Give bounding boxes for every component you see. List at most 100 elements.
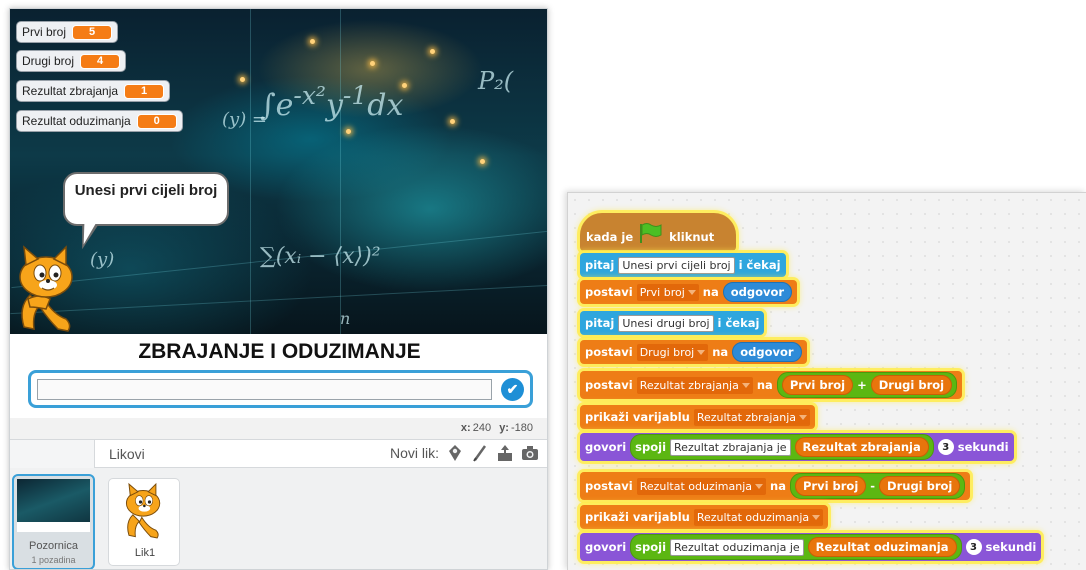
plus-operator[interactable]: Prvi broj + Drugi broj [776, 372, 958, 398]
bg-formula: P₂( [478, 67, 514, 95]
dropdown-value: Drugi broj [639, 345, 695, 359]
set-variable-block-prvi-broj[interactable]: postavi Prvi broj na odgovor [580, 280, 798, 304]
ask-and-wait-block-1[interactable]: pitaj Unesi prvi cijeli broj i čekaj [580, 253, 786, 277]
bg-line [10, 284, 547, 315]
dropdown-value: Rezultat oduzimanja [696, 510, 810, 524]
variable-dropdown[interactable]: Rezultat oduzimanja [693, 508, 824, 526]
stage-thumbnail-label: Pozornica [29, 540, 78, 552]
block-text-input[interactable]: Unesi drugi broj [618, 314, 714, 332]
mouse-coordinates: x: 240 y: -180 [10, 418, 547, 438]
monitor-value: 0 [136, 113, 177, 129]
when-flag-clicked-block[interactable]: kada je kliknut [580, 213, 736, 251]
new-sprite-label: Novi lik: [389, 445, 439, 461]
variable-reporter[interactable]: Rezultat zbrajanja [794, 437, 929, 457]
dropdown-arrow-icon [697, 349, 706, 355]
scratch-cat-sprite[interactable] [10, 243, 88, 334]
block-keyword: na [756, 378, 773, 392]
script-area[interactable]: kada je kliknut pitaj Unesi prvi cijeli … [567, 192, 1086, 570]
green-flag-icon [640, 223, 662, 243]
new-sprite-toolbar: Novi lik: [390, 444, 539, 462]
bg-formula: n [340, 309, 351, 328]
ask-prompt: ZBRAJANJE I ODUZIMANJE [138, 340, 421, 363]
stage-thumbnail-card[interactable]: Pozornica 1 pozadina [12, 474, 95, 569]
paint-new-sprite-icon[interactable] [471, 444, 489, 462]
bg-spark [402, 83, 407, 88]
monitor-label: Prvi broj [22, 25, 67, 39]
monitor-label: Rezultat oduzimanja [22, 114, 131, 128]
stage-thumbnail-image [17, 479, 90, 532]
hat-text-pre: kada je [586, 230, 634, 244]
variable-reporter[interactable]: Drugi broj [879, 476, 961, 496]
block-keyword: pitaj [585, 258, 615, 272]
dropdown-arrow-icon [799, 414, 807, 420]
block-keyword: na [770, 479, 786, 493]
set-variable-block-drugi-broj[interactable]: postavi Drugi broj na odgovor [580, 340, 807, 364]
dropdown-arrow-icon [755, 483, 764, 489]
stage-column-header [10, 440, 95, 468]
join-operator[interactable]: spoji Rezultat zbrajanja je Rezultat zbr… [630, 434, 934, 460]
answer-input[interactable] [37, 379, 492, 400]
block-keyword: prikaži varijablu [585, 410, 690, 424]
monitor-value: 5 [72, 24, 113, 40]
monitor-label: Rezultat zbrajanja [22, 84, 119, 98]
upload-sprite-icon[interactable] [496, 444, 514, 462]
variable-dropdown[interactable]: Rezultat oduzimanja [636, 477, 767, 495]
sprite-card-lik1[interactable]: Lik1 [108, 478, 180, 566]
variable-reporter[interactable]: Rezultat oduzimanja [807, 537, 957, 557]
x-value: 240 [472, 422, 492, 434]
bg-spark [430, 49, 435, 54]
set-variable-block-rezultat-zbrajanja[interactable]: postavi Rezultat zbrajanja na Prvi broj … [580, 371, 963, 399]
show-variable-block-rezultat-oduzimanja[interactable]: prikaži varijablu Rezultat oduzimanja [580, 505, 829, 529]
minus-operator[interactable]: Prvi broj - Drugi broj [789, 473, 966, 499]
join-keyword: spoji [635, 440, 667, 454]
variable-dropdown[interactable]: Prvi broj [636, 283, 699, 301]
set-variable-block-rezultat-oduzimanja[interactable]: postavi Rezultat oduzimanja na Prvi broj… [580, 472, 971, 500]
variable-dropdown[interactable]: Rezultat zbrajanja [693, 408, 810, 426]
block-keyword: sekundi [957, 440, 1009, 454]
answer-reporter[interactable]: odgovor [732, 342, 802, 362]
ask-box: ✔ [28, 370, 533, 408]
block-keyword: i čekaj [717, 316, 760, 330]
stage[interactable]: ∫e-x²y-1dx P₂( ∑(xᵢ − ⟨x⟩)² n (y) (y) = … [10, 9, 547, 334]
show-variable-block-rezultat-zbrajanja[interactable]: prikaži varijablu Rezultat zbrajanja [580, 405, 815, 429]
join-operator[interactable]: spoji Rezultat oduzimanja je Rezultat od… [630, 534, 962, 560]
variable-reporter[interactable]: Prvi broj [794, 476, 867, 496]
ask-and-wait-block-2[interactable]: pitaj Unesi drugi broj i čekaj [580, 311, 765, 335]
sprite-pane-header: Likovi Novi lik: [95, 440, 547, 468]
choose-sprite-from-library-icon[interactable] [446, 444, 464, 462]
join-text-input[interactable]: Rezultat oduzimanja je [670, 538, 804, 556]
dropdown-value: Rezultat zbrajanja [639, 378, 739, 392]
hat-text-post: kliknut [669, 230, 715, 244]
block-keyword: i čekaj [738, 258, 781, 272]
dropdown-arrow-icon [812, 514, 821, 520]
monitor-value: 4 [80, 53, 121, 69]
block-keyword: postavi [585, 345, 633, 359]
seconds-input[interactable]: 3 [937, 439, 954, 455]
say-for-secs-block-zbrajanja[interactable]: govori spoji Rezultat zbrajanja je Rezul… [580, 433, 1014, 461]
dropdown-arrow-icon [741, 382, 750, 388]
dropdown-value: Rezultat zbrajanja [696, 410, 796, 424]
monitor-rezultat-oduzimanja[interactable]: Rezultat oduzimanja 0 [16, 110, 183, 132]
variable-reporter[interactable]: Drugi broj [870, 375, 953, 395]
camera-icon[interactable] [521, 444, 539, 462]
answer-reporter[interactable]: odgovor [722, 282, 793, 302]
seconds-input[interactable]: 3 [965, 539, 982, 555]
variable-reporter[interactable]: Prvi broj [781, 375, 854, 395]
y-value: -180 [510, 422, 533, 434]
join-text-input[interactable]: Rezultat zbrajanja je [670, 438, 791, 456]
block-keyword: postavi [585, 378, 633, 392]
variable-dropdown[interactable]: Drugi broj [636, 343, 709, 361]
monitor-rezultat-zbrajanja[interactable]: Rezultat zbrajanja 1 [16, 80, 171, 102]
monitor-drugi-broj[interactable]: Drugi broj 4 [16, 50, 127, 72]
say-for-secs-block-oduzimanja[interactable]: govori spoji Rezultat oduzimanja je Rezu… [580, 533, 1042, 561]
submit-check-button[interactable]: ✔ [501, 378, 524, 401]
operator-symbol: - [870, 479, 876, 493]
block-text-input[interactable]: Unesi prvi cijeli broj [618, 256, 735, 274]
bg-line [250, 9, 251, 334]
block-keyword: sekundi [985, 540, 1037, 554]
bg-formula: (y) = [222, 109, 268, 130]
monitor-prvi-broj[interactable]: Prvi broj 5 [16, 21, 119, 43]
variable-dropdown[interactable]: Rezultat zbrajanja [636, 376, 753, 394]
bg-formula: ∑(xᵢ − ⟨x⟩)² [260, 244, 381, 269]
bg-spark [480, 159, 485, 164]
